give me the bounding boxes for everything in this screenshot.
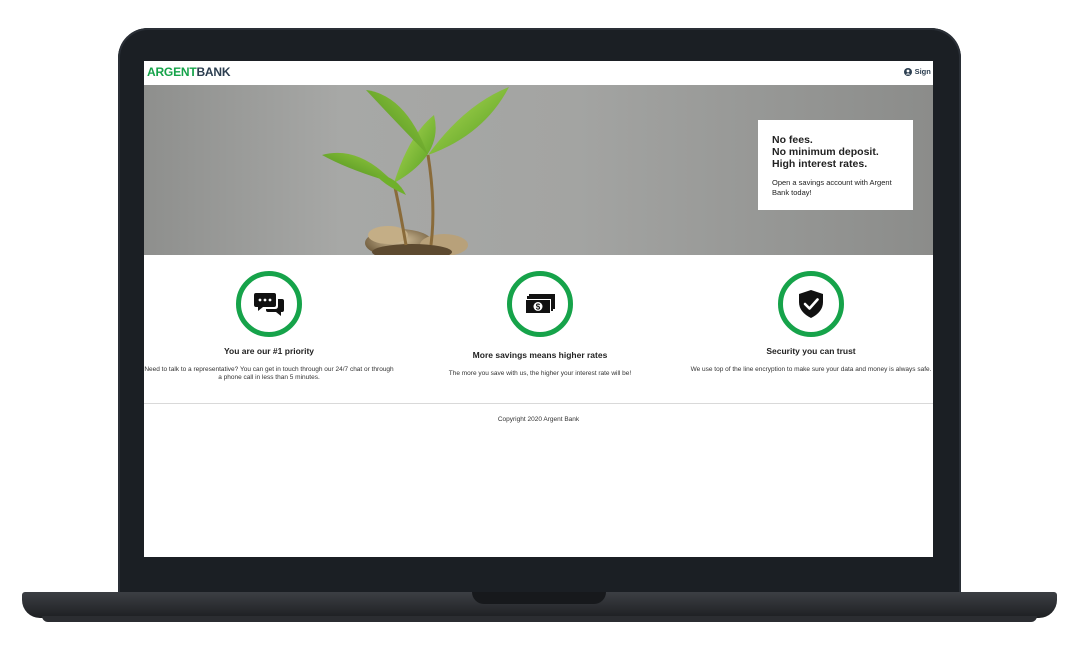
hero-banner: No fees. No minimum deposit. High intere…: [144, 85, 933, 255]
feature-icon-circle: [778, 271, 844, 337]
chat-bubbles-icon: [254, 293, 284, 316]
features-section: You are our #1 priority Need to talk to …: [144, 255, 933, 404]
shield-check-icon: [799, 290, 823, 318]
feature-title: Security you can trust: [766, 346, 856, 356]
hero-subtitle-3: High interest rates.: [772, 158, 868, 170]
feature-item-security: Security you can trust We use top of the…: [681, 271, 933, 374]
hero-content-card: No fees. No minimum deposit. High intere…: [758, 120, 913, 210]
svg-text:$: $: [536, 303, 541, 312]
feature-item-savings: $ More savings means higher rates The mo…: [410, 271, 670, 378]
feature-icon-circle: [236, 271, 302, 337]
hero-text: Open a savings account with Argent Bank …: [772, 178, 892, 197]
footer: Copyright 2020 Argent Bank: [144, 416, 933, 423]
feature-text: We use top of the line encryption to mak…: [690, 366, 932, 373]
money-bill-icon: $: [525, 294, 555, 314]
logo-text-bank: BANK: [196, 65, 231, 79]
user-circle-icon: [903, 67, 912, 76]
feature-title: You are our #1 priority: [223, 346, 315, 356]
laptop-base-shadow: [42, 616, 1037, 622]
hero-subtitle-2: No minimum deposit.: [772, 146, 879, 158]
feature-icon-circle: $: [507, 271, 573, 337]
argent-bank-logo[interactable]: ARGENTBANK: [147, 65, 231, 79]
hero-subtitle-1: No fees.: [772, 134, 813, 146]
feature-text: Need to talk to a representative? You ca…: [144, 366, 394, 381]
main-nav: ARGENTBANK Sign I: [144, 61, 933, 85]
sign-in-label: Sign I: [914, 67, 933, 76]
feature-item-priority: You are our #1 priority Need to talk to …: [144, 271, 399, 382]
footer-copyright: Copyright 2020 Argent Bank: [497, 416, 580, 423]
browser-viewport: ARGENTBANK Sign I No fees. No minimum de…: [144, 61, 933, 557]
sign-in-link[interactable]: Sign I: [903, 67, 933, 76]
feature-text: The more you save with us, the higher yo…: [448, 370, 632, 377]
logo-text-argent: ARGENT: [147, 65, 197, 79]
feature-title: More savings means higher rates: [472, 350, 608, 360]
laptop-notch: [472, 592, 606, 604]
